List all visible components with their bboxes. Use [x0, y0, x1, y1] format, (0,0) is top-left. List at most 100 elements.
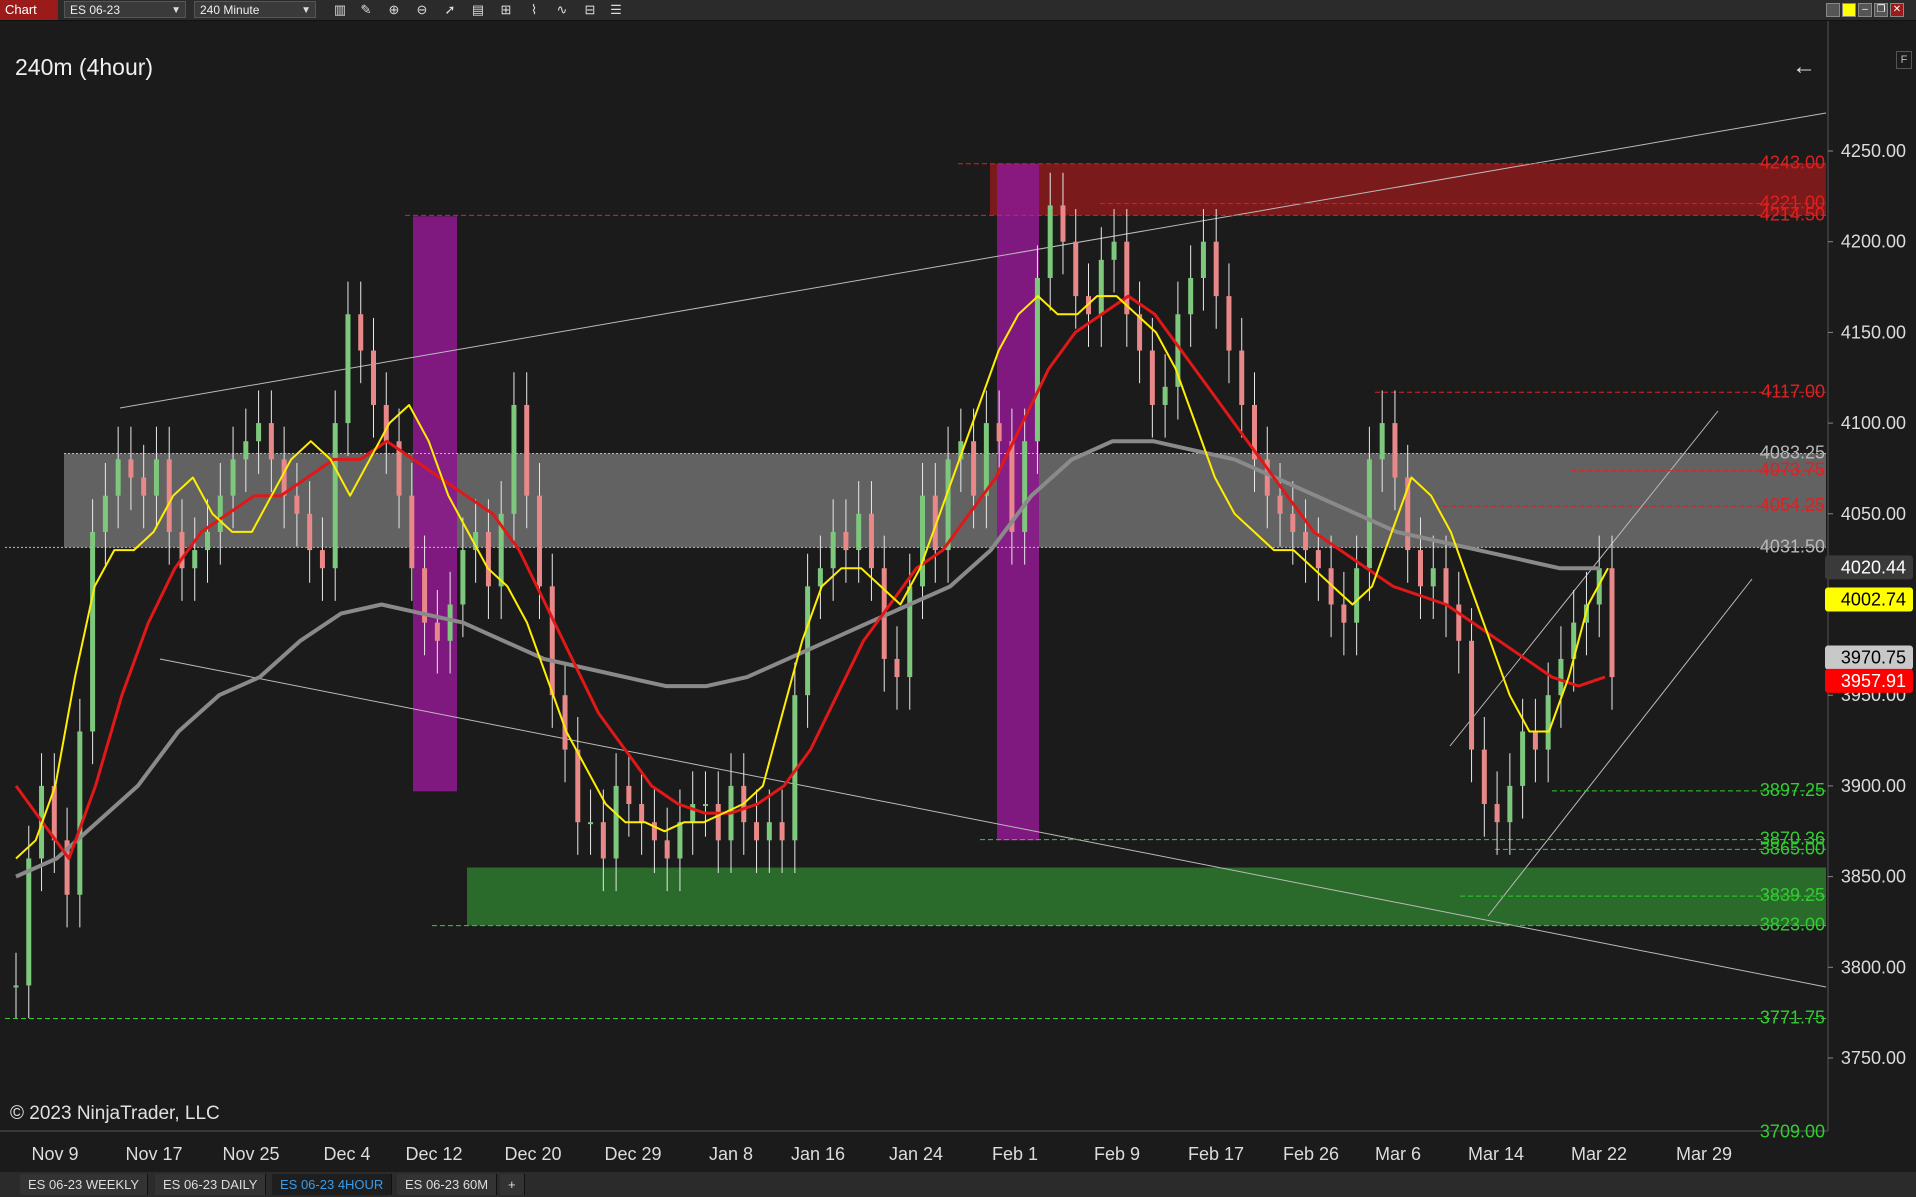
purple-highlight-bar [413, 216, 457, 792]
strategies-icon[interactable]: ∿ [554, 2, 570, 18]
candle-body [128, 459, 134, 478]
candle-body [1239, 350, 1245, 405]
f-button[interactable]: F [1896, 51, 1912, 69]
resistance-level-label: 4243.00 [1760, 153, 1825, 173]
y-tick-label: 4200.00 [1841, 232, 1906, 252]
candle-body [754, 822, 760, 841]
x-tick-label: Dec 12 [405, 1144, 462, 1161]
candle-body [294, 495, 300, 514]
candle-body [217, 495, 223, 532]
add-tab-button[interactable]: + [500, 1174, 525, 1195]
x-tick-label: Nov 17 [125, 1144, 182, 1161]
candle-body [920, 495, 926, 587]
candle-body [817, 568, 823, 587]
y-tick-label: 3900.00 [1841, 776, 1906, 796]
candle-body [1609, 568, 1615, 678]
instrument-selector[interactable]: ES 06-23 ▼ [64, 1, 186, 18]
candle-body [1366, 459, 1372, 569]
candle-body [1303, 531, 1309, 551]
chart-panel[interactable]: 4243.00 4221.00 4214.50 4117.00 4073.75 4054.… [0, 21, 1916, 1161]
resistance-level-label: 4214.50 [1760, 204, 1825, 224]
x-tick-label: Dec 4 [323, 1144, 370, 1161]
candle-body [766, 822, 772, 841]
indicators-icon[interactable]: ⌇ [526, 2, 542, 18]
window-color-icon[interactable] [1826, 3, 1840, 17]
candle-body [715, 804, 721, 841]
interval-selector[interactable]: 240 Minute ▼ [194, 1, 316, 18]
tab-daily[interactable]: ES 06-23 DAILY [155, 1174, 267, 1195]
tab-60m[interactable]: ES 06-23 60M [397, 1174, 498, 1195]
x-tick-label: Mar 22 [1571, 1144, 1627, 1161]
y-tick-label: 3750.00 [1841, 1048, 1906, 1068]
candle-body [1494, 804, 1500, 823]
support-level-label: 3823.00 [1760, 915, 1825, 935]
candle-body [1354, 568, 1360, 623]
zoom-in-icon[interactable]: ⊕ [386, 2, 402, 18]
template-icon[interactable]: ⊞ [498, 2, 514, 18]
candle-body [1290, 513, 1296, 532]
y-tick-label: 4050.00 [1841, 504, 1906, 524]
y-tick-label: 3800.00 [1841, 957, 1906, 977]
candle-body [1277, 495, 1283, 514]
x-tick-label: Mar 14 [1468, 1144, 1524, 1161]
candle-body [1392, 423, 1398, 478]
arrow-left-icon[interactable]: ← [1792, 53, 1816, 81]
mid-moving-average-line [14, 294, 1606, 860]
candle-body [13, 985, 19, 988]
bar-type-icon[interactable]: ▥ [332, 2, 348, 18]
candle-body [371, 350, 377, 405]
candle-body [1545, 695, 1551, 750]
candle-body [536, 495, 542, 587]
support-level-label: 3897.25 [1760, 780, 1825, 800]
candle-body [1532, 731, 1538, 750]
x-tick-label: Feb 26 [1283, 1144, 1339, 1161]
price-chart[interactable]: 4243.004221.004214.504117.004073.754054.… [0, 21, 1916, 1161]
x-tick-label: Dec 29 [604, 1144, 661, 1161]
candle-body [1200, 241, 1206, 278]
chart-window-tab[interactable]: Chart [0, 0, 58, 20]
x-tick-label: Jan 8 [709, 1144, 753, 1161]
supply-zone [990, 163, 1826, 216]
x-tick-label: Mar 6 [1375, 1144, 1421, 1161]
maximize-icon[interactable]: ❐ [1874, 3, 1888, 17]
resistance-level-label: 4054.25 [1760, 495, 1825, 515]
price-marker-label: 4002.74 [1841, 590, 1906, 610]
candle-body [575, 749, 581, 823]
tab-weekly[interactable]: ES 06-23 WEEKLY [20, 1174, 149, 1195]
resistance-level-label: 4117.00 [1761, 381, 1825, 401]
candle-body [319, 550, 325, 569]
draw-pencil-icon[interactable]: ✎ [358, 2, 374, 18]
price-marker-label: 3970.75 [1841, 648, 1906, 668]
candle-body [1162, 386, 1168, 405]
minimize-icon[interactable]: – [1858, 3, 1872, 17]
resistance-level-label: 4073.75 [1760, 460, 1825, 480]
candle-body [1456, 604, 1462, 641]
properties-icon[interactable]: ▤ [470, 2, 486, 18]
candle-body [243, 441, 249, 460]
candle-body [613, 785, 619, 859]
list-icon[interactable]: ☰ [608, 2, 624, 18]
pointer-icon[interactable]: ➚ [442, 2, 458, 18]
candle-body [1073, 241, 1079, 297]
zoom-out-icon[interactable]: ⊖ [414, 2, 430, 18]
y-tick-label: 4100.00 [1841, 413, 1906, 433]
bottom-tab-bar: ES 06-23 WEEKLY ES 06-23 DAILY ES 06-23 … [0, 1172, 1916, 1197]
candle-body [1558, 658, 1564, 696]
link-color-icon[interactable] [1842, 3, 1856, 17]
candle-body [1507, 785, 1513, 823]
x-tick-label: Jan 24 [889, 1144, 943, 1161]
candle-body [383, 404, 389, 442]
candle-body [447, 604, 453, 641]
chevron-down-icon: ▼ [301, 5, 311, 16]
candle-body [1098, 259, 1104, 315]
x-tick-label: Nov 25 [222, 1144, 279, 1161]
tab-4hour[interactable]: ES 06-23 4HOUR [272, 1174, 393, 1195]
candle-body [115, 459, 121, 496]
candle-body [702, 804, 708, 807]
candle-body [1111, 241, 1117, 260]
chart-trader-icon[interactable]: ⊟ [582, 2, 598, 18]
x-tick-label: Feb 1 [992, 1144, 1038, 1161]
candle-body [26, 858, 32, 986]
close-icon[interactable]: ✕ [1890, 3, 1904, 17]
candle-body [1379, 423, 1385, 460]
